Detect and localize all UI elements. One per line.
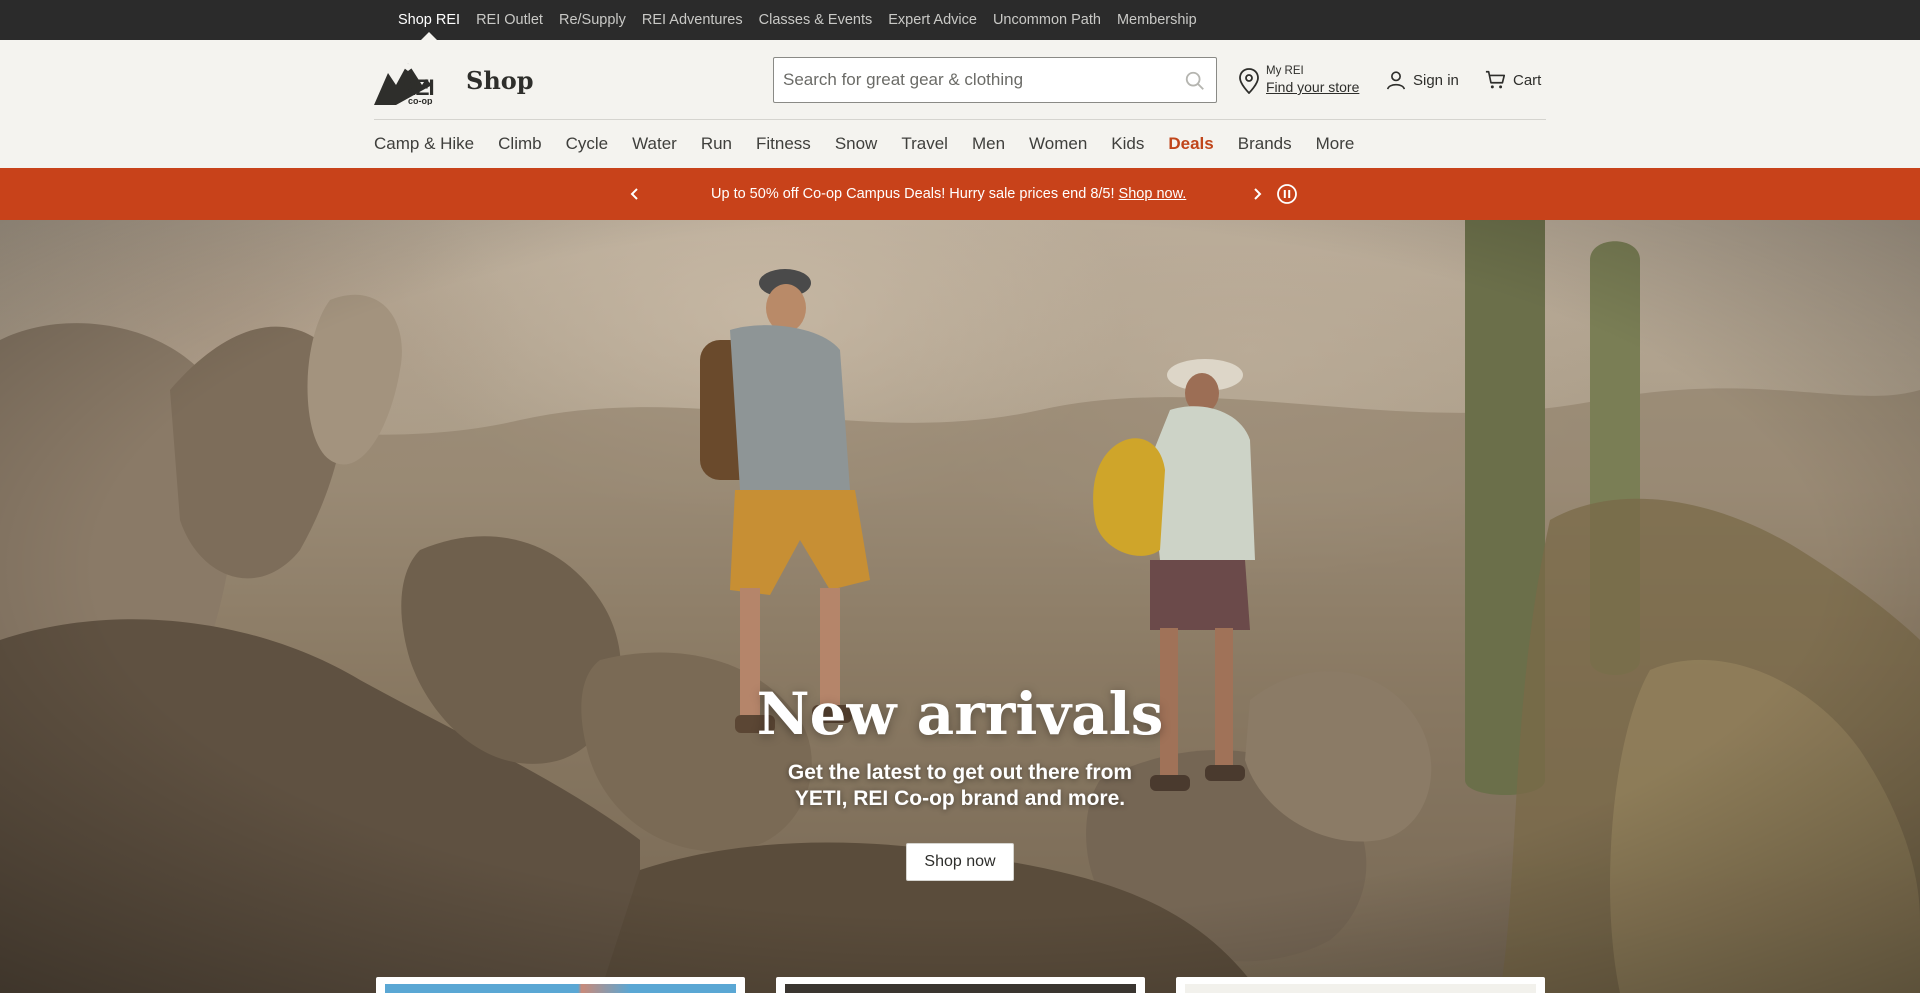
promo-card-1[interactable] [376,977,745,993]
shop-title[interactable]: Shop [466,66,534,95]
search-box [773,57,1217,103]
category-nav: Camp & Hike Climb Cycle Water Run Fitnes… [374,120,1378,168]
utility-link-rei-outlet[interactable]: REI Outlet [476,0,543,40]
utility-link-expert-advice[interactable]: Expert Advice [888,0,977,40]
chevron-right-icon[interactable] [1245,182,1269,206]
hero-title: New arrivals [756,680,1164,748]
promo-card-2[interactable] [776,977,1145,993]
promo-banner: Up to 50% off Co-op Campus Deals! Hurry … [0,168,1920,220]
chevron-left-icon[interactable] [623,182,647,206]
svg-text:co-op: co-op [408,96,433,105]
nav-men[interactable]: Men [972,134,1005,154]
promo-message: Up to 50% off Co-op Campus Deals! Hurry … [711,168,1186,220]
nav-fitness[interactable]: Fitness [756,134,811,154]
utility-link-uncommon-path[interactable]: Uncommon Path [993,0,1101,40]
nav-deals[interactable]: Deals [1168,134,1213,154]
promo-shop-now-link[interactable]: Shop now. [1119,186,1187,202]
site-header: REI co-op Shop My REI Find your store Si… [0,40,1920,168]
promo-text: Up to 50% off Co-op Campus Deals! Hurry … [711,186,1115,202]
hero-shop-now-button[interactable]: Shop now [906,843,1014,881]
hero-banner: New arrivals Get the latest to get out t… [0,220,1920,993]
cart-label: Cart [1513,71,1542,89]
my-rei-store[interactable]: My REI Find your store [1238,64,1359,96]
nav-camp-hike[interactable]: Camp & Hike [374,134,474,154]
utility-link-shop-rei[interactable]: Shop REI [398,0,460,40]
nav-kids[interactable]: Kids [1111,134,1144,154]
nav-run[interactable]: Run [701,134,732,154]
sign-in-button[interactable]: Sign in [1385,69,1459,91]
nav-travel[interactable]: Travel [901,134,948,154]
hero-subtitle: Get the latest to get out there from YET… [787,761,1133,810]
sign-in-label: Sign in [1413,71,1459,89]
search-input[interactable] [774,60,1164,100]
rei-coop-logo[interactable]: REI co-op [374,55,452,105]
cart-button[interactable]: Cart [1485,69,1541,91]
promo-card-3[interactable] [1176,977,1545,993]
promo-card-3-image [1185,984,1536,993]
search-icon[interactable] [1184,70,1206,92]
nav-cycle[interactable]: Cycle [566,134,609,154]
utility-link-classes-events[interactable]: Classes & Events [759,0,873,40]
location-pin-icon [1239,68,1259,94]
promo-card-2-image [785,984,1136,993]
utility-nav: Shop REI REI Outlet Re/Supply REI Advent… [398,0,1213,40]
nav-climb[interactable]: Climb [498,134,541,154]
nav-water[interactable]: Water [632,134,677,154]
utility-bar: Shop REI REI Outlet Re/Supply REI Advent… [0,0,1920,40]
cart-icon [1485,70,1506,89]
find-store-link[interactable]: Find your store [1266,78,1359,96]
my-rei-label: My REI [1266,65,1304,77]
nav-brands[interactable]: Brands [1238,134,1292,154]
utility-link-rei-adventures[interactable]: REI Adventures [642,0,743,40]
pause-icon[interactable] [1275,182,1299,206]
nav-snow[interactable]: Snow [835,134,878,154]
promo-card-1-image [385,984,736,993]
utility-link-membership[interactable]: Membership [1117,0,1197,40]
utility-link-resupply[interactable]: Re/Supply [559,0,626,40]
store-text: My REI Find your store [1266,64,1359,96]
nav-more[interactable]: More [1316,134,1355,154]
nav-women[interactable]: Women [1029,134,1087,154]
user-icon [1386,71,1406,90]
